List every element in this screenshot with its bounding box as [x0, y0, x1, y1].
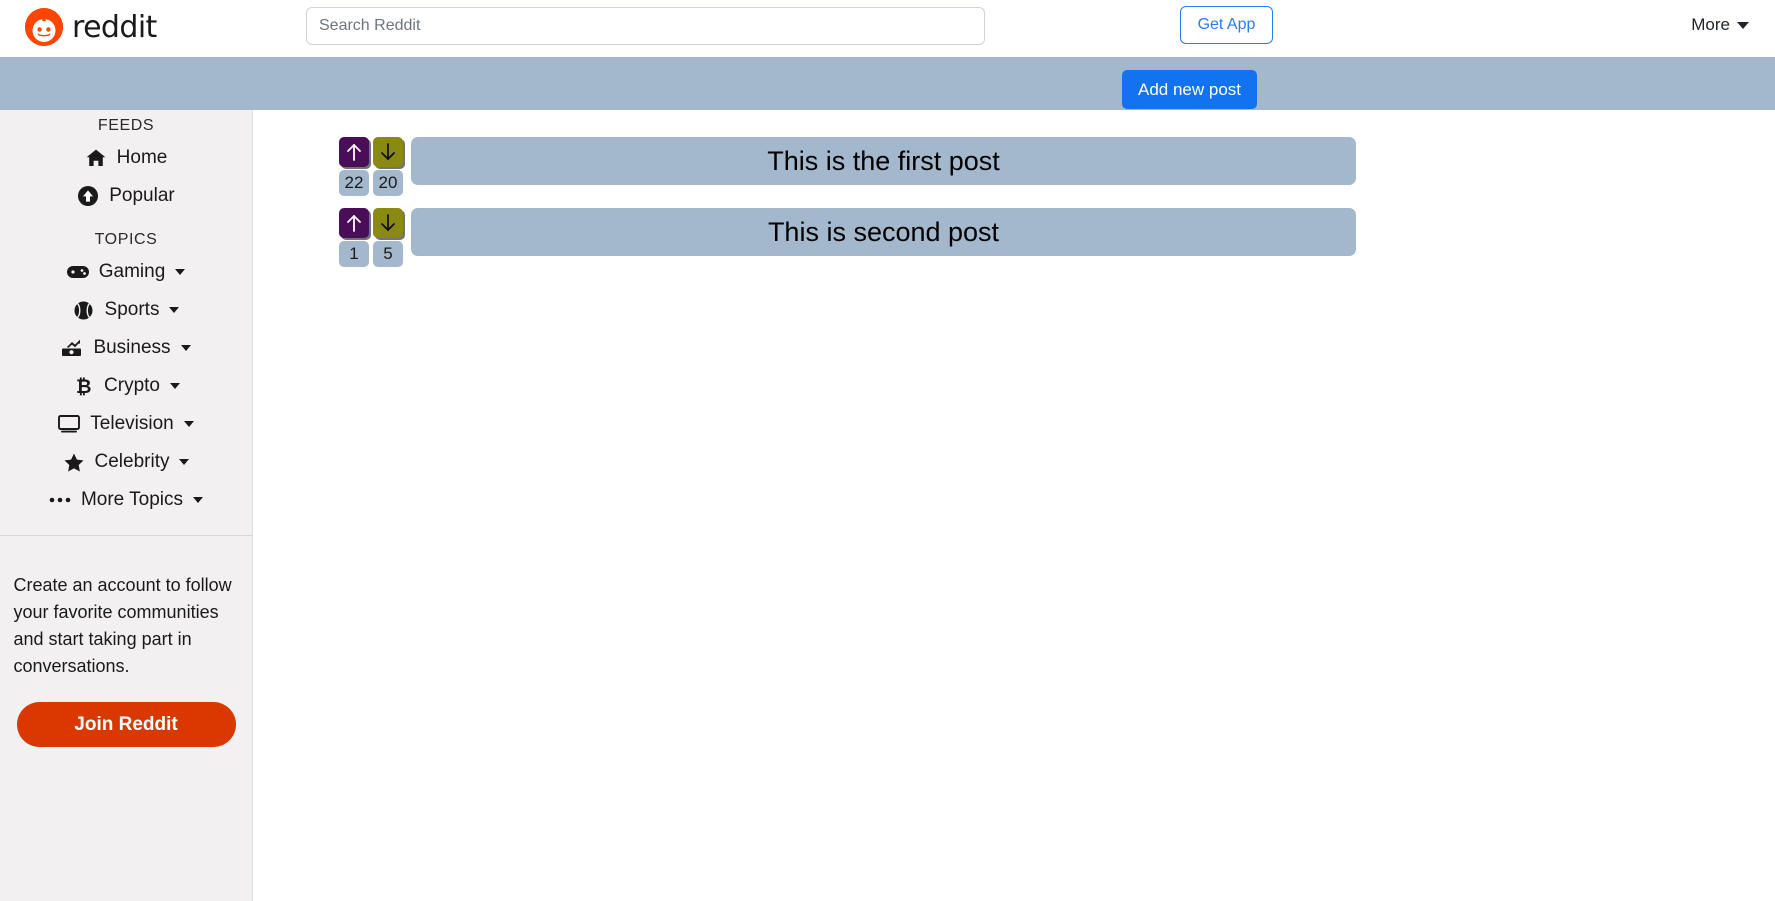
- upvote-count: 1: [339, 241, 369, 267]
- downvote-button[interactable]: [373, 137, 403, 167]
- search-container: [306, 7, 985, 45]
- sidebar-item-label: Business: [93, 337, 171, 358]
- popular-arrow-up-circle-icon: [77, 186, 99, 206]
- chevron-down-icon: [193, 497, 204, 503]
- topics-section-label: TOPICS: [94, 231, 158, 248]
- more-label: More: [1691, 15, 1730, 34]
- chevron-down-icon: [1737, 21, 1749, 29]
- more-dropdown[interactable]: More: [1691, 6, 1749, 44]
- vote-column: 1 5: [339, 208, 411, 267]
- downvote-button[interactable]: [373, 208, 403, 238]
- chevron-down-icon: [183, 421, 194, 427]
- arrow-down-icon: [380, 143, 396, 161]
- downvote-count: 5: [373, 241, 403, 267]
- sidebar-item-label: Celebrity: [94, 451, 170, 472]
- money-chart-icon: [61, 338, 83, 358]
- sidebar-item-label: Popular: [109, 185, 175, 206]
- reddit-logo-icon: [25, 8, 63, 46]
- downvote-count: 20: [373, 170, 403, 196]
- post-title[interactable]: This is second post: [411, 208, 1356, 256]
- sidebar-item-label: Sports: [104, 299, 160, 320]
- sidebar-item-sports[interactable]: Sports: [0, 291, 252, 329]
- vote-column: 22 20: [339, 137, 411, 196]
- chevron-down-icon: [175, 269, 186, 275]
- sidebar-divider: [0, 535, 253, 536]
- sidebar-item-celebrity[interactable]: Celebrity: [0, 443, 252, 481]
- chevron-down-icon: [169, 307, 180, 313]
- sidebar-item-label: Gaming: [98, 261, 166, 282]
- sidebar-item-crypto[interactable]: ₿ Crypto: [0, 367, 252, 405]
- arrow-down-icon: [380, 214, 396, 232]
- vote-counts: 1 5: [339, 241, 411, 267]
- sidebar-item-popular[interactable]: Popular: [0, 177, 252, 215]
- ellipsis-icon: [49, 490, 71, 510]
- bitcoin-icon: ₿: [72, 376, 94, 396]
- sidebar-item-home[interactable]: Home: [0, 139, 252, 177]
- arrow-up-icon: [346, 143, 362, 161]
- signup-promo-text: Create an account to follow your favorit…: [13, 575, 232, 676]
- gamepad-icon: [66, 262, 89, 282]
- vote-counts: 22 20: [339, 170, 411, 196]
- sidebar-item-label: Television: [90, 413, 174, 434]
- chevron-down-icon: [169, 383, 180, 389]
- vote-buttons: [339, 137, 411, 167]
- reddit-brand-link[interactable]: reddit: [25, 8, 157, 46]
- chevron-down-icon: [180, 345, 191, 351]
- join-reddit-button[interactable]: Join Reddit: [16, 702, 236, 747]
- chevron-down-icon: [179, 459, 190, 465]
- post-title[interactable]: This is the first post: [411, 137, 1356, 185]
- svg-text:₿: ₿: [76, 376, 91, 396]
- sidebar-item-gaming[interactable]: Gaming: [0, 253, 252, 291]
- sidebar-item-label: More Topics: [80, 489, 184, 510]
- sidebar-item-label: Crypto: [104, 375, 160, 396]
- sidebar-item-business[interactable]: Business: [0, 329, 252, 367]
- add-new-post-button[interactable]: Add new post: [1122, 70, 1258, 109]
- vote-buttons: [339, 208, 411, 238]
- monitor-icon: [58, 414, 81, 434]
- sidebar: FEEDS Home Popular TOPICS Gaming Sports …: [0, 110, 253, 901]
- upvote-button[interactable]: [339, 208, 369, 238]
- star-icon: [63, 452, 85, 472]
- top-navbar: reddit Get App More: [0, 0, 1775, 57]
- post-item: 1 5 This is second post: [339, 208, 1775, 267]
- brand-text: reddit: [72, 9, 157, 45]
- home-icon: [85, 148, 107, 168]
- upvote-button[interactable]: [339, 137, 369, 167]
- arrow-up-icon: [346, 214, 362, 232]
- post-item: 22 20 This is the first post: [339, 137, 1775, 196]
- upvote-count: 22: [339, 170, 369, 196]
- post-feed: 22 20 This is the first post 1 5 This is…: [253, 110, 1775, 901]
- baseball-icon: [73, 300, 95, 320]
- sidebar-item-more-topics[interactable]: More Topics: [0, 481, 252, 519]
- sidebar-item-television[interactable]: Television: [0, 405, 252, 443]
- action-bar: Add new post: [0, 57, 1775, 110]
- feeds-section-label: FEEDS: [97, 117, 155, 134]
- get-app-button[interactable]: Get App: [1180, 6, 1273, 44]
- search-input[interactable]: [306, 7, 985, 45]
- sidebar-item-label: Home: [116, 147, 168, 168]
